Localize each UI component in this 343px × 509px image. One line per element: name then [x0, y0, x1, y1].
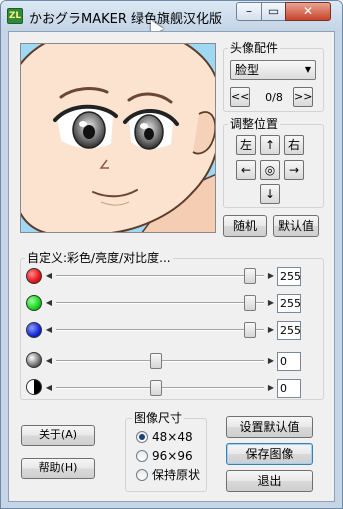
chevron-down-icon: ▼: [304, 65, 311, 74]
slider-left-arrow-icon[interactable]: ◀: [44, 321, 54, 339]
slider-right-arrow-icon[interactable]: ▶: [266, 267, 276, 285]
parts-group-title: 头像配件: [228, 41, 281, 55]
slider-right-arrow-icon[interactable]: ▶: [266, 321, 276, 339]
brightness-icon: [26, 352, 42, 368]
slider-right-arrow-icon[interactable]: ▶: [266, 379, 276, 397]
save-image-button[interactable]: 保存图像: [226, 443, 313, 465]
size-48-radio[interactable]: 48×48: [136, 429, 193, 445]
green-swatch-icon: [26, 295, 42, 311]
face-illustration: [21, 44, 215, 232]
size-96-radio[interactable]: 96×96: [136, 448, 193, 464]
red-swatch-icon: [26, 268, 42, 284]
slider-left-arrow-icon[interactable]: ◀: [44, 379, 54, 397]
move-right-text-button[interactable]: 右: [284, 135, 304, 155]
random-button[interactable]: 随机: [223, 215, 267, 237]
next-part-button[interactable]: >>: [293, 87, 313, 107]
image-size-group-title: 图像尺寸: [132, 411, 185, 425]
move-right-button[interactable]: →: [284, 160, 304, 180]
slider-thumb[interactable]: [244, 322, 256, 338]
position-group-title: 调整位置: [228, 117, 281, 131]
slider-thumb[interactable]: [244, 295, 256, 311]
about-button[interactable]: 关于(A): [21, 425, 95, 446]
slider-thumb[interactable]: [244, 268, 256, 284]
client-area: 头像配件 脸型 ▼ << 0/8 >> 调整位置 左 ↑ 右 ← ◎ → ↓ 随…: [8, 31, 335, 502]
blue-value-field[interactable]: 255: [277, 321, 301, 340]
slider-left-arrow-icon[interactable]: ◀: [44, 267, 54, 285]
brightness-slider[interactable]: ◀ ▶: [44, 352, 276, 370]
face-preview-image: [20, 43, 216, 233]
move-up-button[interactable]: ↑: [260, 135, 280, 155]
app-icon: ZL: [7, 8, 23, 24]
blue-swatch-icon: [26, 322, 42, 338]
title-bar[interactable]: ZL かおグラMAKER 绿色旗舰汉化版 – ▭ ✕: [1, 1, 342, 36]
custom-group-title: 自定义:彩色/亮度/对比度...: [25, 251, 173, 265]
set-default-button[interactable]: 设置默认值: [226, 416, 313, 438]
contrast-value-field[interactable]: 0: [277, 379, 301, 398]
prev-part-button[interactable]: <<: [230, 87, 250, 107]
slider-right-arrow-icon[interactable]: ▶: [266, 352, 276, 370]
green-slider[interactable]: ◀ ▶: [44, 294, 276, 312]
default-value-button[interactable]: 默认值: [273, 215, 319, 237]
exit-button[interactable]: 退出: [226, 470, 313, 492]
slider-track: [56, 302, 264, 304]
move-left-text-button[interactable]: 左: [236, 135, 256, 155]
help-button[interactable]: 帮助(H): [21, 458, 95, 479]
slider-thumb[interactable]: [150, 353, 162, 369]
close-button[interactable]: ✕: [285, 2, 331, 21]
slider-track: [56, 329, 264, 331]
move-down-button[interactable]: ↓: [260, 184, 280, 204]
app-window: ZL かおグラMAKER 绿色旗舰汉化版 – ▭ ✕ 头像配件 脸型 ▼ << …: [0, 0, 343, 509]
red-value-field[interactable]: 255: [277, 267, 301, 286]
part-type-select[interactable]: 脸型 ▼: [230, 60, 316, 80]
brightness-value-field[interactable]: 0: [277, 352, 301, 371]
keep-original-label: 保持原状: [152, 468, 201, 482]
radio-unchecked-icon: [136, 469, 148, 481]
radio-checked-icon: [136, 431, 148, 443]
red-slider[interactable]: ◀ ▶: [44, 267, 276, 285]
slider-left-arrow-icon[interactable]: ◀: [44, 352, 54, 370]
slider-thumb[interactable]: [150, 380, 162, 396]
slider-track: [56, 275, 264, 277]
blue-slider[interactable]: ◀ ▶: [44, 321, 276, 339]
size-48-label: 48×48: [152, 430, 193, 444]
maximize-button[interactable]: ▭: [261, 2, 286, 21]
part-type-value: 脸型: [235, 63, 260, 77]
slider-left-arrow-icon[interactable]: ◀: [44, 294, 54, 312]
contrast-icon: [26, 379, 42, 395]
center-button[interactable]: ◎: [260, 160, 280, 180]
minimize-button[interactable]: –: [236, 2, 262, 21]
size-96-label: 96×96: [152, 449, 193, 463]
green-value-field[interactable]: 255: [277, 294, 301, 313]
keep-original-radio[interactable]: 保持原状: [136, 467, 200, 483]
radio-unchecked-icon: [136, 450, 148, 462]
window-title: かおグラMAKER 绿色旗舰汉化版: [29, 12, 223, 27]
slider-right-arrow-icon[interactable]: ▶: [266, 294, 276, 312]
move-left-button[interactable]: ←: [236, 160, 256, 180]
part-page-indicator: 0/8: [265, 91, 283, 104]
contrast-slider[interactable]: ◀ ▶: [44, 379, 276, 397]
